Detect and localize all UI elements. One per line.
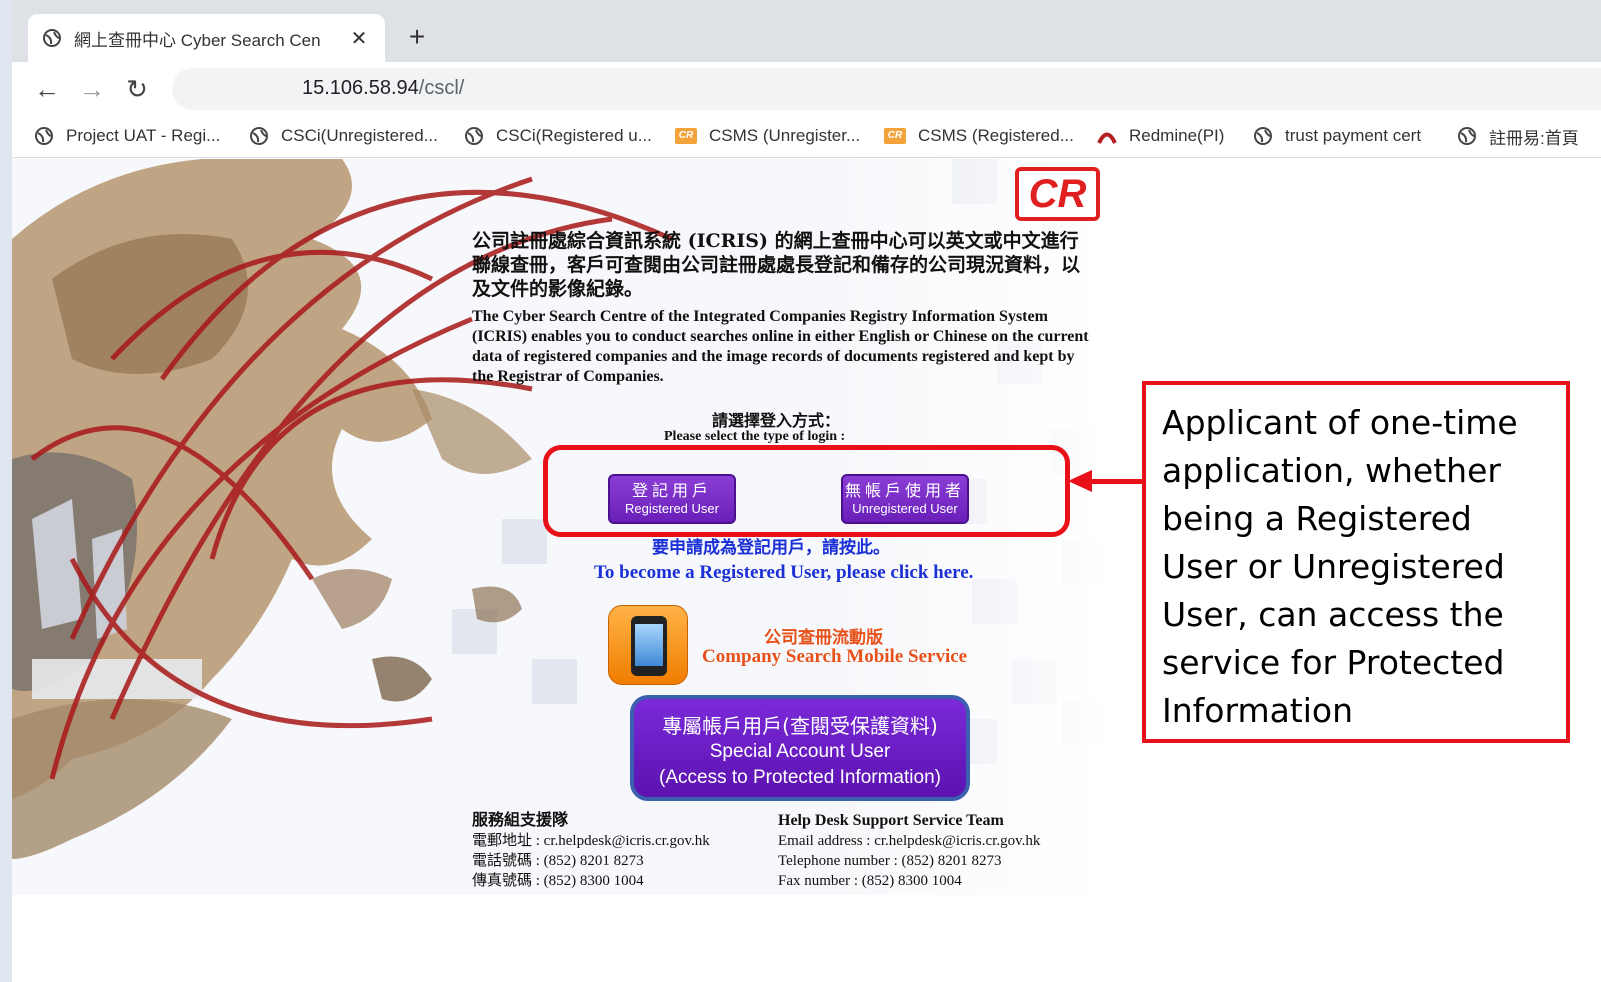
helpdesk-chinese: 服務組支援隊 電郵地址 : cr.helpdesk@icris.cr.gov.h… xyxy=(472,811,710,891)
forward-icon[interactable]: → xyxy=(77,74,107,104)
special-account-sublabel: (Access to Protected Information) xyxy=(659,767,941,788)
bookmark-item[interactable]: 註冊易:首頁 xyxy=(1457,124,1579,148)
special-account-label-en: Special Account User xyxy=(709,741,891,762)
url-host: 15.106.58.94 xyxy=(302,77,419,99)
globe-icon xyxy=(43,29,61,47)
cr-logo: CR xyxy=(1015,167,1100,221)
intro-text-chinese: 公司註冊處綜合資訊系統 (ICRIS) 的網上查冊中心可以英文或中文進行聯線查冊… xyxy=(472,230,1081,300)
bookmark-label: CSCi(Unregistered... xyxy=(281,126,438,145)
cr-icon: CR xyxy=(675,128,697,144)
close-icon[interactable]: ✕ xyxy=(347,26,371,51)
bookmark-label: Project UAT - Regi... xyxy=(66,126,221,145)
new-tab-button[interactable]: + xyxy=(402,22,432,52)
callout-arrow-line xyxy=(1090,479,1144,484)
helpdesk-phone-zh: 電話號碼 : (852) 8201 8273 xyxy=(472,853,644,869)
screenshot-root: { "browser": { "tab": { "title": "網上查冊中心… xyxy=(0,0,1601,982)
bookmark-label: CSCi(Registered u... xyxy=(496,126,652,145)
url-text: 15.106.58.94/cscl/ xyxy=(302,77,464,100)
login-prompt-chinese: 請選擇登入方式： xyxy=(712,411,841,430)
helpdesk-fax-en: Fax number : (852) 8300 1004 xyxy=(778,873,962,889)
mobile-service-link-english[interactable]: Company Search Mobile Service xyxy=(702,646,967,668)
address-bar[interactable]: 15.106.58.94/cscl/ xyxy=(172,68,1601,110)
globe-icon xyxy=(1254,127,1272,145)
helpdesk-email-zh: 電郵地址 : cr.helpdesk@icris.cr.gov.hk xyxy=(472,833,710,849)
helpdesk-fax-zh: 傳真號碼 : (852) 8300 1004 xyxy=(472,873,644,889)
callout-arrow-head xyxy=(1068,470,1092,492)
globe-icon xyxy=(35,127,53,145)
helpdesk-title-en: Help Desk Support Service Team xyxy=(778,812,1004,829)
redmine-icon xyxy=(1097,132,1117,144)
register-link-chinese[interactable]: 要申請成為登記用戶，請按此。 xyxy=(652,533,890,558)
reload-icon[interactable]: ↻ xyxy=(122,74,152,104)
tab-strip: 網上查冊中心 Cyber Search Cen ✕ + xyxy=(12,0,1601,62)
helpdesk-email-en: Email address : cr.helpdesk@icris.cr.gov… xyxy=(778,833,1041,849)
helpdesk-english: Help Desk Support Service Team Email add… xyxy=(778,811,1040,891)
bookmark-label: CSMS (Unregister... xyxy=(709,126,861,145)
browser-toolbar: ← → ↻ 15.106.58.94/cscl/ xyxy=(12,62,1601,114)
bookmark-label: Redmine(PI) xyxy=(1129,126,1225,145)
bookmark-label: CSMS (Registered... xyxy=(918,126,1074,145)
mobile-service-link-chinese[interactable]: 公司查冊流動版 xyxy=(764,623,883,648)
window-edge xyxy=(0,0,12,982)
bookmark-item[interactable]: trust payment cert xyxy=(1253,124,1421,148)
helpdesk-title-zh: 服務組支援隊 xyxy=(472,812,569,829)
bookmark-item[interactable]: CSCi(Registered u... xyxy=(464,124,652,148)
login-buttons-highlight xyxy=(543,445,1070,537)
bookmark-item[interactable]: Project UAT - Regi... xyxy=(34,124,220,148)
intro-text-english: The Cyber Search Centre of the Integrate… xyxy=(472,308,1089,385)
bookmark-item[interactable]: CR CSMS (Unregister... xyxy=(675,124,860,148)
register-link-english[interactable]: To become a Registered User, please clic… xyxy=(594,562,973,584)
bookmark-item[interactable]: CR CSMS (Registered... xyxy=(884,124,1074,148)
bookmark-item[interactable]: Redmine(PI) xyxy=(1097,124,1224,148)
login-prompt-english: Please select the type of login : xyxy=(664,429,846,443)
globe-icon xyxy=(465,127,483,145)
globe-icon xyxy=(250,127,268,145)
special-account-label-zh: 專屬帳戶用戶(查閱受保護資料) xyxy=(662,714,938,738)
browser-tab[interactable]: 網上查冊中心 Cyber Search Cen ✕ xyxy=(28,14,385,62)
bookmark-label: trust payment cert xyxy=(1285,126,1422,145)
globe-icon xyxy=(1458,127,1476,145)
bookmarks-bar: Project UAT - Regi... CSCi(Unregistered.… xyxy=(12,114,1601,158)
cr-icon: CR xyxy=(884,128,906,144)
annotation-callout: Applicant of one-time application, wheth… xyxy=(1142,381,1570,743)
tab-title: 網上查冊中心 Cyber Search Cen xyxy=(74,30,321,50)
bookmark-label: 註冊易:首頁 xyxy=(1489,128,1579,148)
special-account-user-button[interactable]: 專屬帳戶用戶(查閱受保護資料) Special Account User (Ac… xyxy=(630,695,970,801)
back-icon[interactable]: ← xyxy=(32,74,62,104)
phone-screen xyxy=(635,624,663,666)
helpdesk-phone-en: Telephone number : (852) 8201 8273 xyxy=(778,853,1002,869)
annotation-text: Applicant of one-time application, wheth… xyxy=(1162,403,1518,730)
url-path: /cscl/ xyxy=(418,77,465,99)
mobile-app-icon[interactable] xyxy=(608,605,688,685)
bookmark-item[interactable]: CSCi(Unregistered... xyxy=(249,124,438,148)
